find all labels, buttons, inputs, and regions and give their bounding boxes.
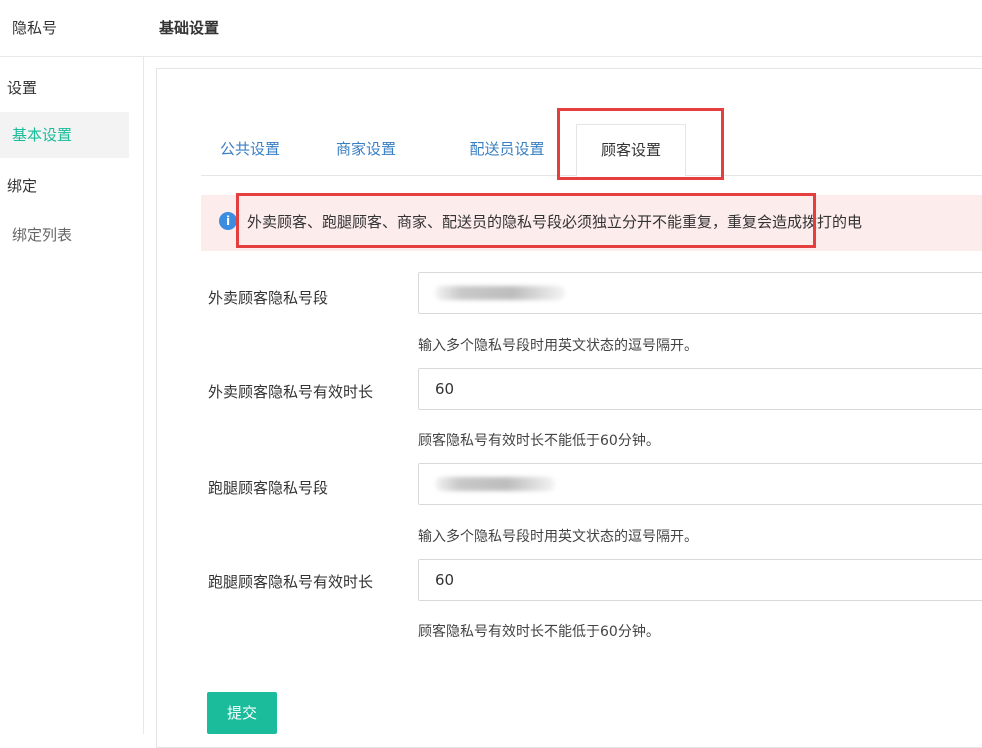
field-label: 跑腿顾客隐私号段 bbox=[208, 479, 329, 497]
app-title: 隐私号 bbox=[12, 19, 58, 37]
field-label: 跑腿顾客隐私号有效时长 bbox=[208, 573, 374, 591]
sidebar-group-binding: 绑定 bbox=[7, 177, 38, 195]
top-bar: 隐私号 基础设置 bbox=[0, 0, 982, 57]
info-alert: i 外卖顾客、跑腿顾客、商家、配送员的隐私号段必须独立分开不能重复，重复会造成拨… bbox=[201, 195, 982, 251]
field-hint: 顾客隐私号有效时长不能低于60分钟。 bbox=[418, 433, 660, 449]
field-label: 外卖顾客隐私号段 bbox=[208, 289, 329, 307]
redacted-value bbox=[435, 477, 555, 491]
sidebar-item-binding-list[interactable]: 绑定列表 bbox=[0, 212, 129, 258]
tab-public-settings[interactable]: 公共设置 bbox=[215, 124, 285, 175]
delivery-customer-number-segment-input[interactable] bbox=[418, 272, 982, 314]
tab-customer-settings[interactable]: 顾客设置 bbox=[576, 124, 686, 177]
info-icon: i bbox=[219, 212, 237, 230]
delivery-customer-duration-input[interactable]: 60 bbox=[418, 368, 982, 410]
field-hint: 顾客隐私号有效时长不能低于60分钟。 bbox=[418, 624, 660, 640]
field-hint: 输入多个隐私号段时用英文状态的逗号隔开。 bbox=[418, 529, 698, 545]
sidebar-item-basic-settings[interactable]: 基本设置 bbox=[0, 112, 129, 158]
field-hint: 输入多个隐私号段时用英文状态的逗号隔开。 bbox=[418, 338, 698, 354]
errand-customer-duration-input[interactable]: 60 bbox=[418, 559, 982, 601]
field-label: 外卖顾客隐私号有效时长 bbox=[208, 383, 374, 401]
sidebar-group-settings: 设置 bbox=[7, 79, 38, 97]
page-title: 基础设置 bbox=[159, 19, 220, 37]
tab-merchant-settings[interactable]: 商家设置 bbox=[331, 124, 401, 175]
errand-customer-number-segment-input[interactable] bbox=[418, 463, 982, 505]
sidebar: 设置 基本设置 绑定 绑定列表 bbox=[0, 57, 144, 734]
redacted-value bbox=[435, 286, 565, 300]
alert-text: 外卖顾客、跑腿顾客、商家、配送员的隐私号段必须独立分开不能重复，重复会造成拨打的… bbox=[247, 213, 863, 231]
tab-courier-settings[interactable]: 配送员设置 bbox=[452, 124, 562, 175]
submit-button[interactable]: 提交 bbox=[207, 692, 277, 734]
